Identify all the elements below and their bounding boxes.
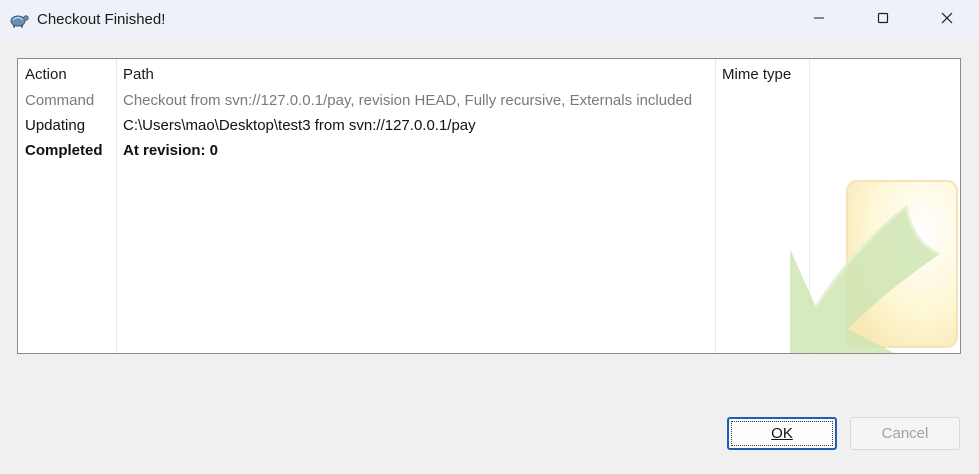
- row-path-command: Checkout from svn://127.0.0.1/pay, revis…: [123, 92, 693, 109]
- cancel-button-label: Cancel: [881, 425, 929, 442]
- column-header-mime-type[interactable]: Mime type: [722, 66, 791, 83]
- column-separator: [116, 59, 117, 353]
- cancel-button[interactable]: Cancel: [850, 417, 960, 450]
- row-path-completed: At revision: 0: [123, 142, 219, 159]
- checkout-dialog: Checkout Finished! Action Path Mime type…: [0, 0, 979, 474]
- row-action-updating: Updating: [25, 117, 86, 134]
- title-bar[interactable]: Checkout Finished!: [0, 0, 979, 40]
- minimize-icon: [813, 11, 825, 29]
- close-icon: [941, 11, 953, 29]
- maximize-icon: [877, 11, 889, 29]
- ok-button-label: OK: [771, 425, 793, 442]
- maximize-button[interactable]: [851, 0, 915, 40]
- row-path-updating: C:\Users\mao\Desktop\test3 from svn://12…: [123, 117, 476, 134]
- column-header-action[interactable]: Action: [25, 66, 67, 83]
- close-button[interactable]: [915, 0, 979, 40]
- column-separator: [715, 59, 716, 353]
- window-title: Checkout Finished!: [37, 11, 166, 28]
- results-list[interactable]: Action Path Mime type Command Checkout f…: [17, 58, 961, 354]
- row-action-completed: Completed: [25, 142, 103, 159]
- column-header-path[interactable]: Path: [123, 66, 154, 83]
- tortoise-icon: [9, 10, 29, 28]
- ok-button[interactable]: OK: [727, 417, 837, 450]
- checkmark-watermark-icon: [788, 179, 960, 353]
- minimize-button[interactable]: [787, 0, 851, 40]
- row-action-command: Command: [25, 92, 95, 109]
